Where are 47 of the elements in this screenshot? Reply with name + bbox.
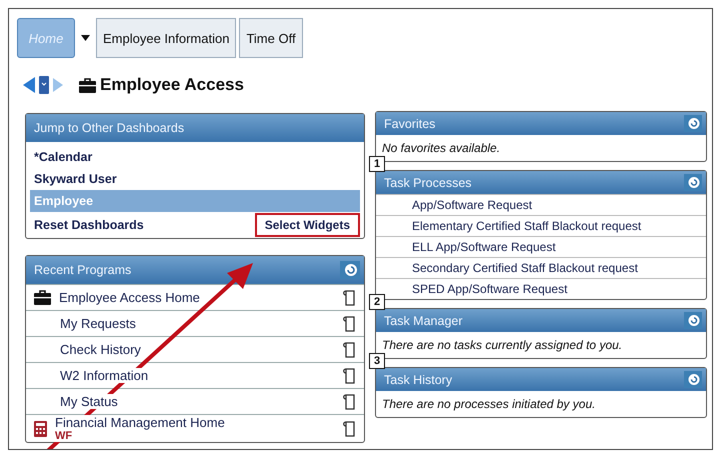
panel-title: Favorites (384, 116, 436, 130)
refresh-icon[interactable] (684, 312, 702, 329)
page-icon[interactable] (342, 368, 356, 384)
panel-title: Task Processes (384, 176, 472, 190)
back-icon[interactable] (23, 77, 35, 93)
program-link[interactable]: My Requests (58, 316, 138, 331)
page-icon[interactable] (342, 342, 356, 358)
refresh-icon[interactable] (684, 371, 702, 388)
nav-tab[interactable]: Time Off (239, 18, 303, 58)
page-icon[interactable] (342, 316, 356, 332)
program-tag: WF (53, 430, 74, 442)
empty-message: There are no tasks currently assigned to you. (381, 337, 624, 354)
bookmark-icon[interactable] (39, 76, 49, 94)
process-link[interactable]: App/Software Request (376, 194, 706, 215)
caret-icon[interactable] (81, 35, 90, 41)
callout-number: 2 (369, 294, 386, 310)
refresh-icon[interactable] (684, 115, 702, 132)
page-icon[interactable] (342, 290, 356, 306)
callout-number: 3 (369, 353, 386, 369)
empty-message: There are no processes initiated by you. (381, 396, 596, 413)
nav-tab[interactable]: Employee Information (96, 18, 236, 58)
process-link[interactable]: Elementary Certified Staff Blackout request (376, 215, 706, 236)
refresh-icon[interactable] (684, 174, 702, 191)
callout-number: 1 (369, 156, 386, 172)
page-title: Employee Access (100, 75, 244, 95)
panel-title: Recent Programs (34, 263, 132, 277)
briefcase-icon (34, 290, 51, 305)
dashboard-item[interactable]: Skyward User (30, 168, 360, 190)
calculator-icon (34, 420, 47, 436)
program-link[interactable]: Financial Management Home (53, 415, 227, 430)
program-link[interactable]: W2 Information (58, 368, 150, 383)
panel-title: Task History (384, 372, 452, 386)
select-widgets-button[interactable]: Select Widgets (254, 213, 360, 237)
program-link[interactable]: Employee Access Home (57, 290, 202, 305)
panel-title: Jump to Other Dashboards (34, 121, 184, 135)
program-link[interactable]: My Status (58, 394, 120, 409)
panel-title: Task Manager (384, 314, 463, 328)
process-link[interactable]: Secondary Certified Staff Blackout request (376, 257, 706, 278)
empty-message: No favorites available. (381, 140, 502, 157)
refresh-icon[interactable] (340, 261, 360, 279)
page-icon[interactable] (342, 394, 356, 410)
program-link[interactable]: Check History (58, 342, 143, 357)
page-icon[interactable] (342, 420, 356, 436)
briefcase-icon (79, 78, 96, 92)
dashboard-item[interactable]: *Calendar (30, 146, 360, 168)
process-link[interactable]: ELL App/Software Request (376, 236, 706, 257)
reset-dashboards-link[interactable]: Reset Dashboards (30, 218, 144, 232)
